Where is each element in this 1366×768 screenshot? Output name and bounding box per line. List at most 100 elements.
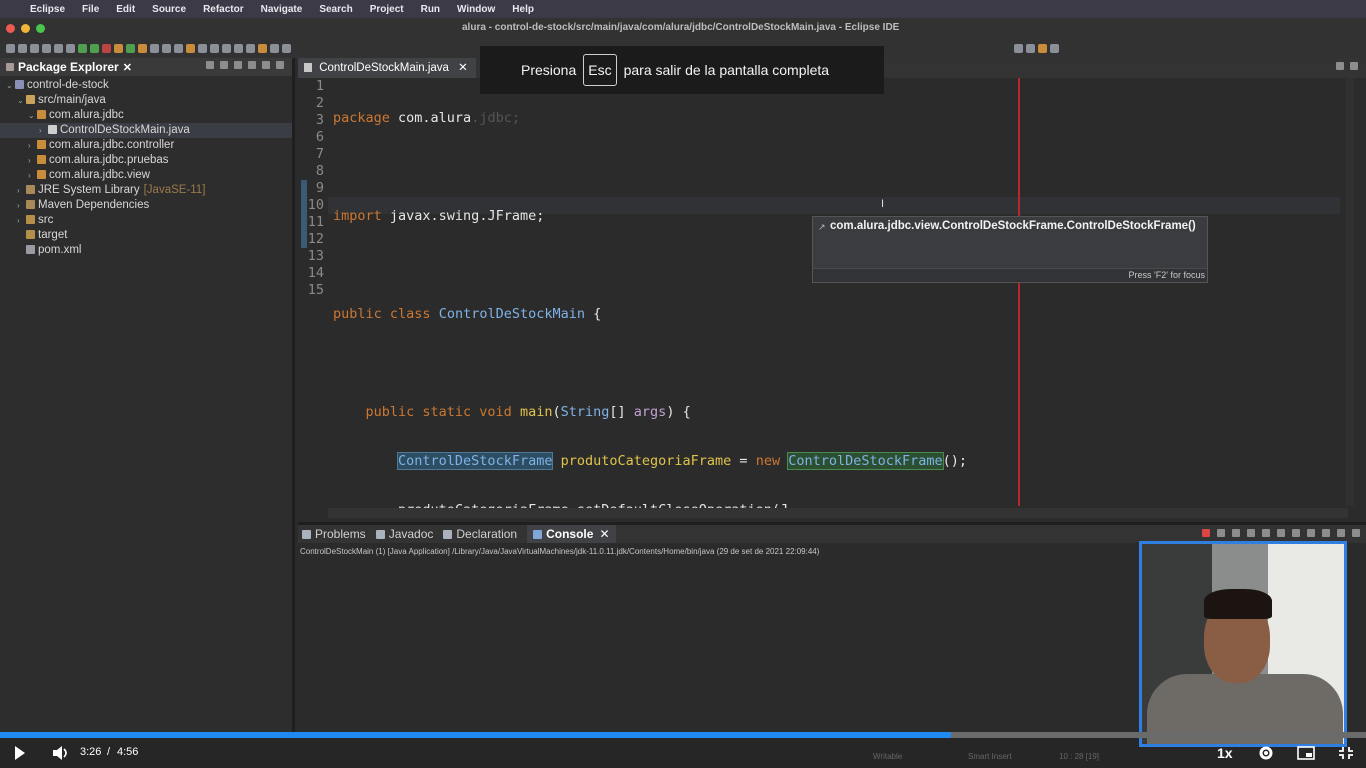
forward-icon[interactable] [282, 43, 291, 53]
pin-console-icon[interactable] [1292, 529, 1300, 537]
scroll-lock-icon[interactable] [1262, 529, 1270, 537]
menu-refactor[interactable]: Refactor [203, 4, 244, 15]
remove-launch-icon[interactable] [1217, 529, 1225, 537]
tree-item[interactable]: › src [0, 213, 292, 228]
tree-item[interactable]: › JRE System Library [JavaSE-11] [0, 183, 292, 198]
tree-item[interactable]: › Maven Dependencies [0, 198, 292, 213]
save-icon[interactable] [18, 43, 27, 53]
menu-edit[interactable]: Edit [116, 4, 135, 15]
search-tool-icon[interactable] [174, 43, 183, 53]
tree-expand-icon[interactable]: › [28, 138, 37, 153]
maximize-icon[interactable] [1350, 62, 1358, 70]
maximize-icon[interactable] [1352, 529, 1360, 537]
view-menu-icon[interactable] [248, 61, 256, 69]
zoom-window-button[interactable] [36, 23, 45, 33]
next-annotation-icon[interactable] [234, 43, 243, 53]
terminal-icon[interactable] [42, 43, 51, 53]
coverage-icon[interactable] [90, 43, 99, 53]
save-all-icon[interactable] [30, 43, 39, 53]
display-console-icon[interactable] [1307, 529, 1315, 537]
tab-console[interactable]: Console ✕ [527, 525, 616, 543]
open-task-icon[interactable] [162, 43, 171, 53]
block-selection-icon[interactable] [210, 43, 219, 53]
editor-vertical-scrollbar[interactable] [1346, 78, 1354, 506]
new-icon[interactable] [6, 43, 15, 53]
tree-expand-icon[interactable]: › [17, 213, 26, 228]
picture-in-picture-icon[interactable] [1297, 746, 1315, 760]
menu-window[interactable]: Window [457, 4, 495, 15]
tree-item[interactable]: › com.alura.jdbc.view [0, 168, 292, 183]
maximize-icon[interactable] [276, 61, 284, 69]
playback-speed-button[interactable]: 1x [1217, 745, 1233, 761]
minimize-window-button[interactable] [21, 23, 30, 33]
menu-navigate[interactable]: Navigate [261, 4, 303, 15]
package-explorer-tab[interactable]: Package Explorer ✕ [0, 58, 292, 76]
debug-perspective-icon[interactable] [1050, 43, 1059, 53]
editor-tab[interactable]: ControlDeStockMain.java ✕ [298, 58, 476, 78]
editor-horizontal-scrollbar[interactable] [328, 508, 1348, 518]
search-icon[interactable] [1014, 43, 1023, 53]
show-whitespace-icon[interactable] [222, 43, 231, 53]
tree-item[interactable]: pom.xml [0, 243, 292, 258]
tree-item[interactable]: target [0, 228, 292, 243]
tree-expand-icon[interactable]: › [28, 153, 37, 168]
tree-item[interactable]: ⌄ com.alura.jdbc [0, 108, 292, 123]
volume-icon[interactable] [52, 745, 70, 761]
filters-icon[interactable] [234, 61, 242, 69]
menu-search[interactable]: Search [319, 4, 352, 15]
tree-item[interactable]: › com.alura.jdbc.controller [0, 138, 292, 153]
link-with-editor-icon[interactable] [220, 61, 228, 69]
close-icon[interactable]: ✕ [123, 61, 132, 74]
play-icon[interactable] [14, 746, 26, 760]
tree-expand-icon[interactable]: › [39, 123, 48, 138]
back-icon[interactable] [270, 43, 279, 53]
tab-javadoc[interactable]: Javadoc [375, 527, 433, 541]
previous-annotation-icon[interactable] [246, 43, 255, 53]
tree-expand-icon[interactable]: ⌄ [17, 93, 26, 108]
tree-item[interactable]: › com.alura.jdbc.pruebas [0, 153, 292, 168]
perspective-icon[interactable] [1026, 43, 1035, 53]
word-wrap-icon[interactable] [1277, 529, 1285, 537]
settings-icon[interactable] [1258, 745, 1274, 761]
menu-help[interactable]: Help [512, 4, 534, 15]
tree-expand-icon[interactable]: ⌄ [6, 78, 15, 93]
open-type-icon[interactable] [150, 43, 159, 53]
debug-icon[interactable] [66, 43, 75, 53]
new-package-icon[interactable] [126, 43, 135, 53]
menu-run[interactable]: Run [421, 4, 440, 15]
tab-declaration[interactable]: Declaration [443, 527, 517, 541]
collapse-all-icon[interactable] [206, 61, 214, 69]
external-tools-icon[interactable] [102, 43, 111, 53]
menu-project[interactable]: Project [370, 4, 404, 15]
java-perspective-icon[interactable] [1038, 43, 1047, 53]
close-window-button[interactable] [6, 23, 15, 33]
minimize-icon[interactable] [1336, 62, 1344, 70]
annotation-icon[interactable] [186, 43, 195, 53]
tree-item[interactable]: ⌄ src/main/java [0, 93, 292, 108]
tree-expand-icon[interactable]: ⌄ [28, 108, 37, 123]
tree-expand-icon[interactable]: › [28, 168, 37, 183]
new-java-project-icon[interactable] [114, 43, 123, 53]
menu-eclipse[interactable]: Eclipse [30, 4, 65, 15]
last-edit-icon[interactable] [258, 43, 267, 53]
tree-item[interactable]: › ControlDeStockMain.java [0, 123, 292, 138]
menu-file[interactable]: File [82, 4, 99, 15]
tab-problems[interactable]: Problems [302, 527, 366, 541]
minimize-icon[interactable] [262, 61, 270, 69]
remove-all-icon[interactable] [1232, 529, 1240, 537]
run-icon[interactable] [78, 43, 87, 53]
exit-fullscreen-icon[interactable] [1338, 746, 1354, 760]
open-console-icon[interactable] [1322, 529, 1330, 537]
close-icon[interactable]: ✕ [458, 62, 468, 74]
minimize-icon[interactable] [1337, 529, 1345, 537]
new-class-icon[interactable] [138, 43, 147, 53]
terminate-icon[interactable] [1202, 529, 1210, 537]
menu-source[interactable]: Source [152, 4, 186, 15]
tree-item[interactable]: ⌄ control-de-stock [0, 78, 292, 93]
tree-expand-icon[interactable]: › [17, 183, 26, 198]
toggle-mark-icon[interactable] [198, 43, 207, 53]
clear-console-icon[interactable] [1247, 529, 1255, 537]
tree-expand-icon[interactable]: › [17, 198, 26, 213]
javadoc-hover-tooltip[interactable]: ↗ com.alura.jdbc.view.ControlDeStockFram… [812, 216, 1208, 283]
close-icon[interactable]: ✕ [599, 527, 609, 541]
